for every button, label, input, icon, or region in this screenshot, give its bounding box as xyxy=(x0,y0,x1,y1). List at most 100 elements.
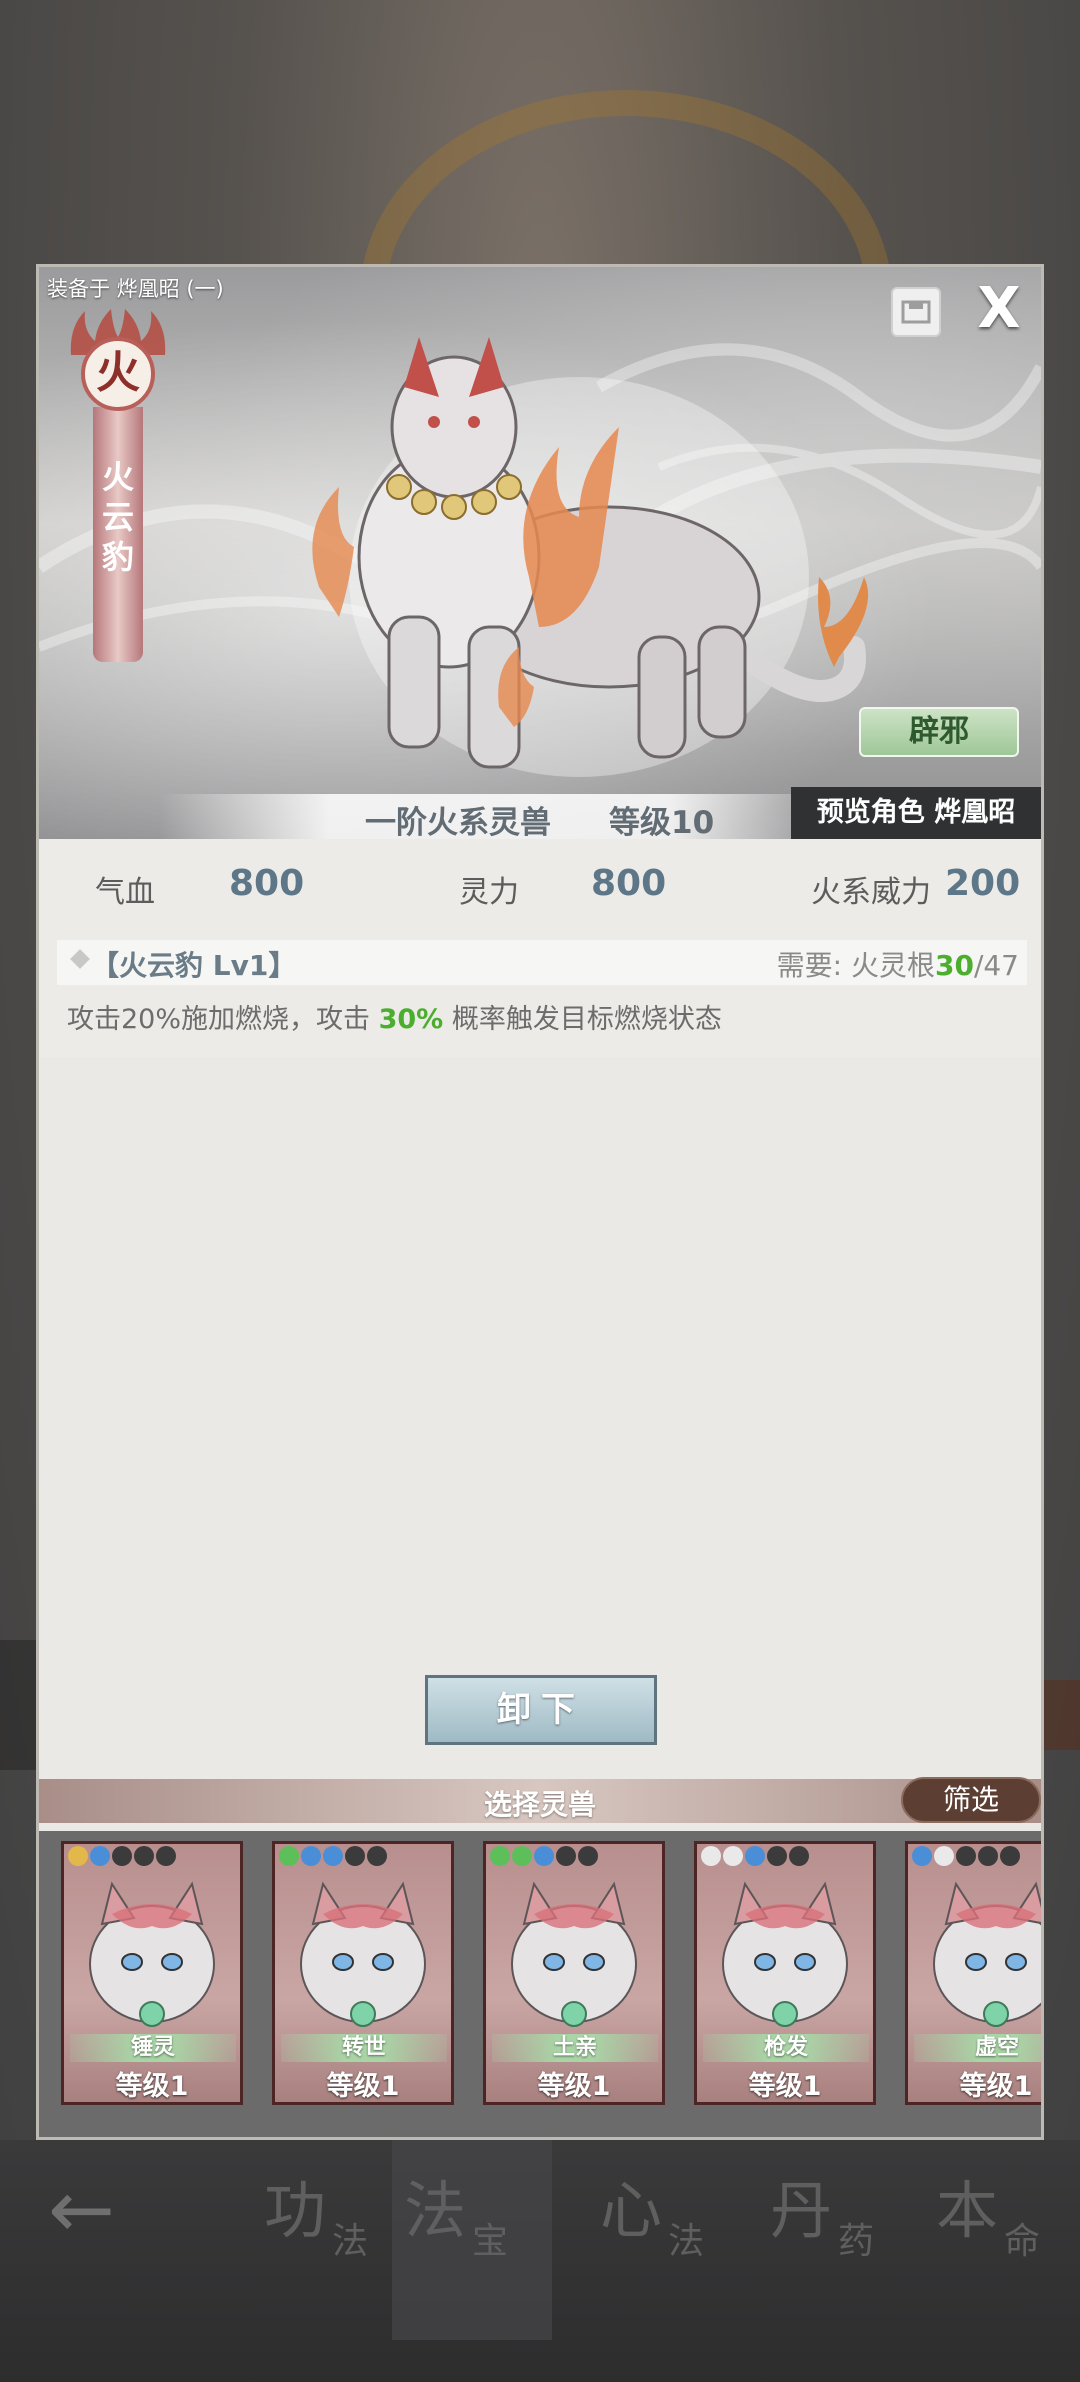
close-icon[interactable]: X xyxy=(974,279,1024,339)
diamond-icon xyxy=(70,949,90,969)
beast-portrait xyxy=(722,1881,848,2027)
beast-card[interactable]: 土亲 等级1 xyxy=(483,1841,665,2105)
equipped-on-label: 装备于 烨凰昭 (一) xyxy=(47,277,224,301)
paw-icon xyxy=(745,1846,765,1866)
beast-card-level: 等级1 xyxy=(748,2071,822,2102)
beast-level: 等级10 xyxy=(609,805,715,841)
nav-tab-xinfa[interactable]: 心 法 xyxy=(588,2160,748,2320)
beast-portrait xyxy=(933,1881,1041,2027)
paw-rating xyxy=(701,1846,811,1872)
paw-icon xyxy=(156,1846,176,1866)
nav-tab-big-char: 法 xyxy=(404,2174,467,2247)
skill-requirement: 需要: 火灵根30/47 xyxy=(777,944,1019,984)
beast-rank: 一阶火系灵兽 xyxy=(365,805,551,841)
beast-card-level: 等级1 xyxy=(115,2071,189,2102)
spirit-beast-dialog: 装备于 烨凰昭 (一) 火 火云豹 X 辟邪 一阶火系灵兽 等级10 预览角色 … xyxy=(36,264,1044,2140)
beast-card[interactable]: 转世等级1 xyxy=(272,1841,454,2105)
beast-card-name: 锤灵 xyxy=(70,2034,236,2062)
nav-tab-big-char: 心 xyxy=(600,2174,663,2247)
paw-icon xyxy=(934,1846,954,1866)
paw-icon xyxy=(301,1846,321,1866)
paw-icon xyxy=(956,1846,976,1866)
fire-cloud-leopard-illustration xyxy=(312,337,869,777)
beast-card-name: 土亲 xyxy=(492,2034,658,2062)
select-beast-title: 选择灵兽 xyxy=(483,1788,596,1821)
paw-icon xyxy=(723,1846,743,1866)
unequip-button[interactable]: 卸下 xyxy=(425,1675,657,1745)
fire-power-value: 200 xyxy=(945,863,1021,904)
beast-card[interactable]: 枪发等级1 xyxy=(694,1841,876,2105)
beast-portrait xyxy=(300,1881,426,2027)
beast-card[interactable]: 锤灵等级1 xyxy=(61,1841,243,2105)
beast-portrait xyxy=(511,1881,637,2027)
nav-tab-big-char: 本 xyxy=(936,2174,999,2247)
paw-icon xyxy=(556,1846,576,1866)
beast-card[interactable]: 虚空等级1 xyxy=(905,1841,1041,2105)
nav-tab-fabao[interactable]: 法 宝 xyxy=(392,2140,552,2340)
requirement-current: 30 xyxy=(934,949,974,982)
paw-icon xyxy=(767,1846,787,1866)
paw-icon xyxy=(1000,1846,1020,1866)
nav-tab-gongfa[interactable]: 功 法 xyxy=(252,2160,412,2320)
paw-icon xyxy=(367,1846,387,1866)
skill-row: 【火云豹 Lv1】 需要: 火灵根30/47 xyxy=(57,940,1027,985)
nav-tab-small-char: 法 xyxy=(332,2221,369,2262)
hp-label: 气血 xyxy=(95,875,155,910)
save-icon[interactable] xyxy=(891,287,941,337)
beast-name-vertical: 火云豹 xyxy=(101,458,134,576)
paw-icon xyxy=(112,1846,132,1866)
nav-tab-small-char: 命 xyxy=(1004,2221,1041,2262)
paw-icon xyxy=(90,1846,110,1866)
skill-desc-highlight: 30% xyxy=(378,1004,444,1035)
paw-rating xyxy=(912,1846,1022,1872)
paw-rating xyxy=(68,1846,178,1872)
paw-icon xyxy=(279,1846,299,1866)
paw-icon xyxy=(701,1846,721,1866)
skill-description: 攻击20%施加燃烧，攻击 30% 概率触发目标燃烧状态 xyxy=(67,997,722,1036)
skill-desc-part2: 概率触发目标燃烧状态 xyxy=(443,1004,722,1035)
beast-card-name: 枪发 xyxy=(703,2034,869,2062)
skill-desc-part1: 攻击20%施加燃烧，攻击 xyxy=(67,1004,379,1035)
paw-icon xyxy=(323,1846,343,1866)
nav-tab-big-char: 功 xyxy=(264,2174,327,2247)
beast-card-name: 转世 xyxy=(281,2034,447,2062)
paw-icon xyxy=(345,1846,365,1866)
fire-element-badge: 火 xyxy=(81,337,155,411)
hp-value: 800 xyxy=(229,863,305,904)
spirit-label: 灵力 xyxy=(459,875,519,910)
paw-icon xyxy=(978,1846,998,1866)
requirement-label: 需要: 火灵根 xyxy=(776,949,935,982)
nav-tab-small-char: 宝 xyxy=(472,2221,509,2262)
back-arrow-icon[interactable]: ← xyxy=(48,2170,138,2250)
paw-rating xyxy=(279,1846,389,1872)
skill-tag-bixie[interactable]: 辟邪 xyxy=(859,707,1019,757)
beast-card-name: 虚空 xyxy=(914,2034,1041,2062)
nav-tab-benming[interactable]: 本 命 xyxy=(924,2160,1080,2320)
paw-icon xyxy=(912,1846,932,1866)
paw-icon xyxy=(490,1846,510,1866)
beast-card-level: 等级1 xyxy=(959,2071,1033,2102)
background-side-panel-right xyxy=(1040,1680,1080,1750)
nav-tab-danyao[interactable]: 丹 药 xyxy=(758,2160,918,2320)
spirit-value: 800 xyxy=(591,863,667,904)
fire-power-label: 火系威力 xyxy=(811,875,931,910)
nav-tab-small-char: 法 xyxy=(668,2221,705,2262)
beast-portrait xyxy=(89,1881,215,2027)
details-area xyxy=(39,1057,1041,1897)
background-side-panel xyxy=(0,1640,40,1770)
nav-tab-big-char: 丹 xyxy=(770,2174,833,2247)
filter-button[interactable]: 筛选 xyxy=(901,1777,1041,1823)
paw-icon xyxy=(68,1846,88,1866)
save-glyph xyxy=(901,300,931,324)
nav-tab-small-char: 药 xyxy=(838,2221,875,2262)
requirement-total: /47 xyxy=(973,949,1019,982)
paw-icon xyxy=(512,1846,532,1866)
beast-card-level: 等级1 xyxy=(326,2071,400,2102)
skill-name: 【火云豹 Lv1】 xyxy=(91,949,297,982)
paw-icon xyxy=(134,1846,154,1866)
paw-icon xyxy=(578,1846,598,1866)
preview-character-button[interactable]: 预览角色 烨凰昭 xyxy=(791,787,1041,839)
paw-icon xyxy=(534,1846,554,1866)
paw-icon xyxy=(789,1846,809,1866)
paw-rating xyxy=(490,1846,600,1872)
